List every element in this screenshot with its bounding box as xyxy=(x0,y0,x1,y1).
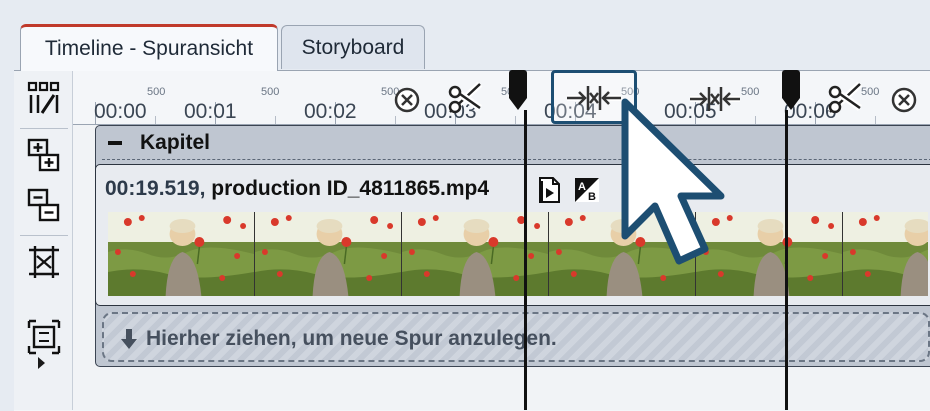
tab-timeline-label: Timeline - Spuransicht xyxy=(44,37,254,60)
ruler-tick xyxy=(155,116,156,124)
toolbar-divider xyxy=(20,235,68,236)
add-track-icon xyxy=(27,138,60,172)
toolbar-divider xyxy=(20,128,68,129)
fit-timeline-icon xyxy=(29,246,59,278)
new-track-dropzone[interactable]: Hierher ziehen, um neue Spur anzulegen. xyxy=(102,312,930,362)
range-end-marker[interactable] xyxy=(782,70,800,98)
delete-marker-icon[interactable] xyxy=(393,86,421,114)
clip-thumbnail xyxy=(108,212,255,296)
ruler-ms-label: 500 xyxy=(741,86,760,98)
tab-bar: Timeline - Spuransicht Storyboard xyxy=(0,0,930,72)
ruler-ms-label: 500 xyxy=(261,86,280,98)
delete-marker-icon[interactable] xyxy=(890,86,918,114)
ruler-tick xyxy=(515,116,516,124)
time-ruler[interactable]: 500 500 500 500 500 500 500 00:00 00:01 … xyxy=(73,72,930,125)
clip-thumbnails xyxy=(108,212,928,296)
scissors-icon[interactable] xyxy=(446,80,486,116)
down-arrow-icon xyxy=(121,329,137,349)
clip-duration: 00:19.519, xyxy=(105,177,206,200)
collapse-icon[interactable] xyxy=(108,141,122,145)
chapter-header[interactable]: Kapitel xyxy=(96,126,930,159)
mouse-cursor-icon xyxy=(621,98,725,265)
clip-thumbnail xyxy=(255,212,402,296)
ruler-tick xyxy=(395,116,396,124)
tab-storyboard[interactable]: Storyboard xyxy=(281,25,425,69)
tab-storyboard-label: Storyboard xyxy=(301,35,405,59)
range-end-marker-tip xyxy=(782,98,800,110)
range-start-line xyxy=(524,110,527,410)
range-end-line xyxy=(785,110,788,410)
zoom-all-button[interactable] xyxy=(23,316,65,358)
svg-text:A: A xyxy=(578,181,586,193)
chapter-divider xyxy=(102,159,930,160)
ruler-tick xyxy=(275,116,276,124)
ruler-tick xyxy=(875,116,876,124)
scissors-icon[interactable] xyxy=(826,80,866,116)
range-start-marker-tip xyxy=(509,98,527,110)
expand-arrow-icon[interactable] xyxy=(38,357,45,369)
ruler-time-label: 00:02 xyxy=(304,100,357,123)
split-tracks-icon xyxy=(27,81,60,114)
split-tracks-button[interactable] xyxy=(23,77,65,119)
video-clip[interactable]: 00:19.519, production ID_4811865.mp4 A B xyxy=(95,164,930,306)
ruler-tick xyxy=(755,116,756,124)
svg-text:B: B xyxy=(588,191,596,203)
clip-thumbnail xyxy=(843,212,928,296)
add-track-button[interactable] xyxy=(23,135,65,177)
remove-track-button[interactable] xyxy=(23,185,65,227)
remove-track-icon xyxy=(27,188,60,222)
ruler-time-label: 00:01 xyxy=(184,100,237,123)
tab-timeline[interactable]: Timeline - Spuransicht xyxy=(20,24,278,71)
chapter-title: Kapitel xyxy=(140,131,211,154)
ruler-time-label: 00:00 xyxy=(94,100,147,123)
fit-timeline-button[interactable] xyxy=(23,241,65,283)
ruler-ms-label: 500 xyxy=(147,86,166,98)
transition-ab-icon[interactable]: A B xyxy=(574,177,600,203)
dropzone-label: Hierher ziehen, um neue Spur anzulegen. xyxy=(146,327,557,350)
range-start-marker[interactable] xyxy=(509,70,527,98)
close-gap-icon xyxy=(567,86,621,110)
track-toolbar xyxy=(14,71,73,410)
clip-filename: production ID_4811865.mp4 xyxy=(211,177,490,200)
zoom-all-icon xyxy=(27,319,61,355)
clip-info: 00:19.519, production ID_4811865.mp4 xyxy=(105,177,489,201)
video-file-icon[interactable] xyxy=(536,177,562,203)
